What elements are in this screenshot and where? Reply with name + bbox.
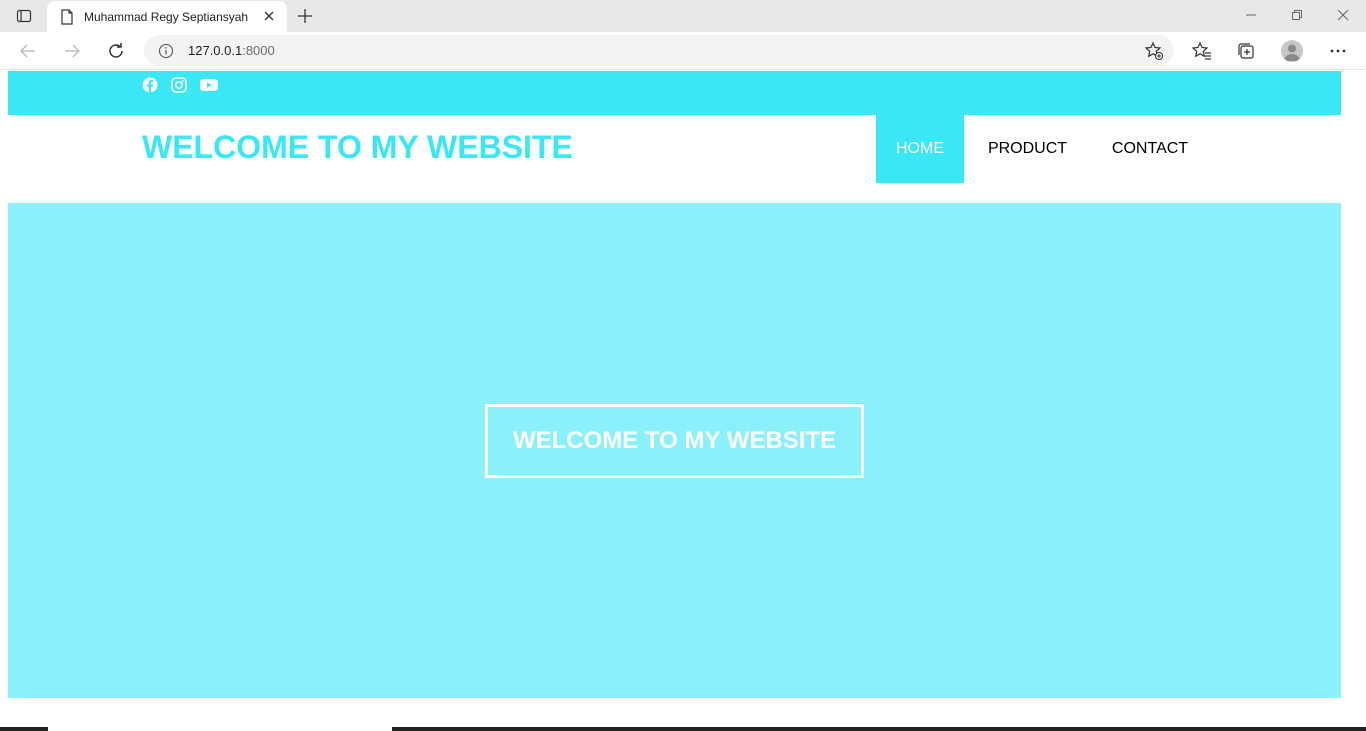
info-icon[interactable]: [157, 42, 175, 60]
nav-product[interactable]: PRODUCT: [976, 115, 1079, 183]
browser-tab[interactable]: Muhammad Regy Septiansyah: [47, 1, 287, 32]
nav-home[interactable]: HOME: [876, 115, 964, 183]
site-header: WELCOME TO MY WEBSITE HOME PRODUCT CONTA…: [8, 115, 1341, 183]
address-url[interactable]: 127.0.0.1:8000: [188, 43, 275, 58]
tab-actions-icon[interactable]: [12, 6, 36, 26]
page-icon: [59, 8, 75, 25]
forward-arrow-icon[interactable]: [60, 39, 84, 63]
tab-title: Muhammad Regy Septiansyah: [84, 9, 249, 24]
plus-icon[interactable]: [294, 5, 316, 27]
collections-icon[interactable]: [1234, 39, 1258, 63]
social-bar: [8, 71, 1341, 115]
facebook-icon[interactable]: [141, 76, 159, 94]
youtube-icon[interactable]: [200, 76, 218, 94]
address-bar[interactable]: 127.0.0.1:8000: [144, 35, 1174, 66]
url-port: :8000: [242, 43, 275, 58]
star-plus-icon[interactable]: [1144, 41, 1164, 61]
site-brand[interactable]: WELCOME TO MY WEBSITE: [142, 129, 573, 166]
browser-tab-bar: Muhammad Regy Septiansyah: [0, 0, 1366, 32]
restore-icon[interactable]: [1285, 4, 1309, 26]
back-arrow-icon[interactable]: [16, 39, 40, 63]
bottom-edge: [0, 727, 1366, 731]
favorites-icon[interactable]: [1190, 39, 1214, 63]
refresh-icon[interactable]: [104, 39, 128, 63]
instagram-icon[interactable]: [170, 76, 188, 94]
window-close-icon[interactable]: [1331, 4, 1355, 26]
browser-toolbar: 127.0.0.1:8000: [0, 32, 1366, 70]
nav-contact[interactable]: CONTACT: [1101, 115, 1199, 183]
ellipsis-icon[interactable]: [1326, 39, 1350, 63]
profile-icon[interactable]: [1281, 40, 1303, 62]
hero-welcome-box: WELCOME TO MY WEBSITE: [485, 404, 864, 478]
minimize-icon[interactable]: [1239, 4, 1263, 26]
scroll-thumb[interactable]: [48, 727, 392, 731]
close-icon[interactable]: [261, 8, 277, 24]
url-host: 127.0.0.1: [188, 43, 243, 58]
hero-section: WELCOME TO MY WEBSITE: [8, 203, 1341, 698]
